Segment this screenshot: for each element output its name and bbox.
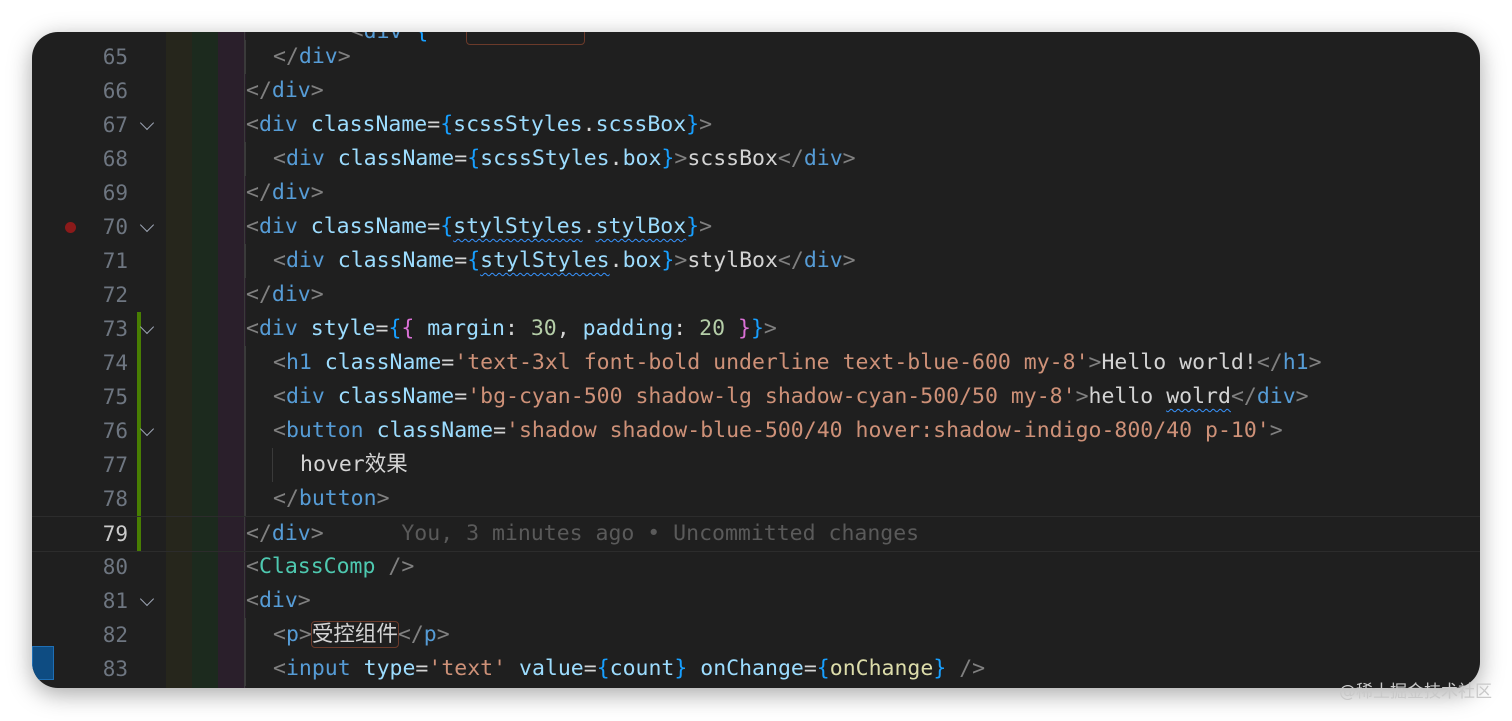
code-text: <button className='shadow shadow-blue-50… xyxy=(273,418,1283,443)
indent-guide xyxy=(245,346,246,380)
line-number[interactable]: 67 xyxy=(32,108,128,142)
line-number[interactable]: 73 xyxy=(32,312,128,346)
line-number[interactable]: 65 xyxy=(32,40,128,74)
code-text: </div> You, 3 minutes ago • Uncommitted … xyxy=(246,521,920,546)
line-number[interactable]: 79 xyxy=(32,517,128,551)
git-modified-marker[interactable] xyxy=(137,312,141,346)
code-text: hover效果 xyxy=(300,452,408,477)
code-text: </button> xyxy=(273,486,390,511)
watermark-text: @稀土掘金技术社区 xyxy=(1339,682,1492,702)
code-line[interactable]: 67 <div className={scssStyles.scssBox}> xyxy=(32,108,1480,142)
git-modified-marker[interactable] xyxy=(137,482,141,516)
line-number[interactable]: 68 xyxy=(32,142,128,176)
breakpoint-icon[interactable] xyxy=(65,222,76,233)
code-line[interactable]: 81 <div> xyxy=(32,584,1480,618)
code-line[interactable]: 75 <div className='bg-cyan-500 shadow-lg … xyxy=(32,380,1480,414)
line-number[interactable]: 81 xyxy=(32,584,128,618)
git-modified-marker[interactable] xyxy=(137,448,141,482)
code-line[interactable]: 79 </div> You, 3 minutes ago • Uncommitte… xyxy=(32,516,1480,552)
fold-chevron-icon[interactable] xyxy=(139,115,155,131)
code-text: <div className={stylStyles.stylBox}> xyxy=(246,214,713,239)
line-number[interactable]: 72 xyxy=(32,278,128,312)
code-line[interactable]: 71 <div className={stylStyles.box}>stylBo… xyxy=(32,244,1480,278)
indent-guide xyxy=(272,448,273,482)
code-line[interactable]: 65 </div> xyxy=(32,40,1480,74)
fold-chevron-icon[interactable] xyxy=(139,591,155,607)
line-number[interactable]: 78 xyxy=(32,482,128,516)
line-number[interactable]: 70 xyxy=(32,210,128,244)
code-text: <div className={scssStyles.scssBox}> xyxy=(246,112,713,137)
code-text: </div> xyxy=(246,78,324,103)
code-line[interactable]: 66 </div> xyxy=(32,74,1480,108)
line-number[interactable]: 80 xyxy=(32,550,128,584)
code-editor-window: <div { 65</div>66</div>67<div className=… xyxy=(32,32,1480,688)
line-number[interactable]: 77 xyxy=(32,448,128,482)
code-text: <ClassComp /> xyxy=(246,554,415,579)
git-modified-marker[interactable] xyxy=(137,346,141,380)
line-number[interactable]: 66 xyxy=(32,74,128,108)
fold-chevron-icon[interactable] xyxy=(139,217,155,233)
code-text: </div> xyxy=(246,180,324,205)
indent-guide xyxy=(245,244,246,278)
indent-guide xyxy=(245,414,246,448)
scrollbar-marker[interactable] xyxy=(32,646,54,680)
code-line[interactable]: 68 <div className={scssStyles.box}>scssBo… xyxy=(32,142,1480,176)
code-text: <input type='text' value={count} onChang… xyxy=(273,656,986,681)
indent-guide xyxy=(245,380,246,414)
line-number[interactable]: 74 xyxy=(32,346,128,380)
fold-chevron-icon[interactable] xyxy=(139,421,155,437)
code-line[interactable]: 78 </button> xyxy=(32,482,1480,516)
code-text: <h1 className='text-3xl font-bold underl… xyxy=(273,350,1322,375)
code-line[interactable]: 70 <div className={stylStyles.stylBox}> xyxy=(32,210,1480,244)
code-text: <div className={stylStyles.box}>stylBox<… xyxy=(273,248,856,273)
code-text: <div className={scssStyles.box}>scssBox<… xyxy=(273,146,856,171)
indent-guide xyxy=(245,448,246,482)
indent-guide xyxy=(245,652,246,686)
line-number[interactable]: 76 xyxy=(32,414,128,448)
code-line[interactable]: 73 <div style={{ margin: 30, padding: 20 … xyxy=(32,312,1480,346)
code-text: <div> xyxy=(246,588,311,613)
code-text: </div> xyxy=(246,282,324,307)
code-line[interactable]: 83 <input type='text' value={count} onCha… xyxy=(32,652,1480,686)
indent-guide xyxy=(245,142,246,176)
git-modified-marker[interactable] xyxy=(137,414,141,448)
code-text: <div className='bg-cyan-500 shadow-lg sh… xyxy=(273,384,1309,409)
code-text: <div style={{ margin: 30, padding: 20 }}… xyxy=(246,316,777,341)
code-line[interactable]: 76 <button className='shadow shadow-blue-… xyxy=(32,414,1480,448)
code-line[interactable]: 80 <ClassComp /> xyxy=(32,550,1480,584)
code-line[interactable]: 69 </div> xyxy=(32,176,1480,210)
git-modified-marker[interactable] xyxy=(137,517,141,551)
code-text: <p>受控组件</p> xyxy=(273,621,450,648)
code-line[interactable]: 77 hover效果 xyxy=(32,448,1480,482)
code-line[interactable]: 72 </div> xyxy=(32,278,1480,312)
indent-guide xyxy=(245,618,246,652)
code-line[interactable]: 74 <h1 className='text-3xl font-bold unde… xyxy=(32,346,1480,380)
code-text: </div> xyxy=(273,44,351,69)
line-number[interactable]: 71 xyxy=(32,244,128,278)
line-number[interactable]: 75 xyxy=(32,380,128,414)
indent-guide xyxy=(245,482,246,516)
code-line[interactable]: 82 <p>受控组件</p> xyxy=(32,618,1480,652)
git-modified-marker[interactable] xyxy=(137,380,141,414)
fold-chevron-icon[interactable] xyxy=(139,319,155,335)
line-number[interactable]: 69 xyxy=(32,176,128,210)
indent-guide xyxy=(245,40,246,74)
